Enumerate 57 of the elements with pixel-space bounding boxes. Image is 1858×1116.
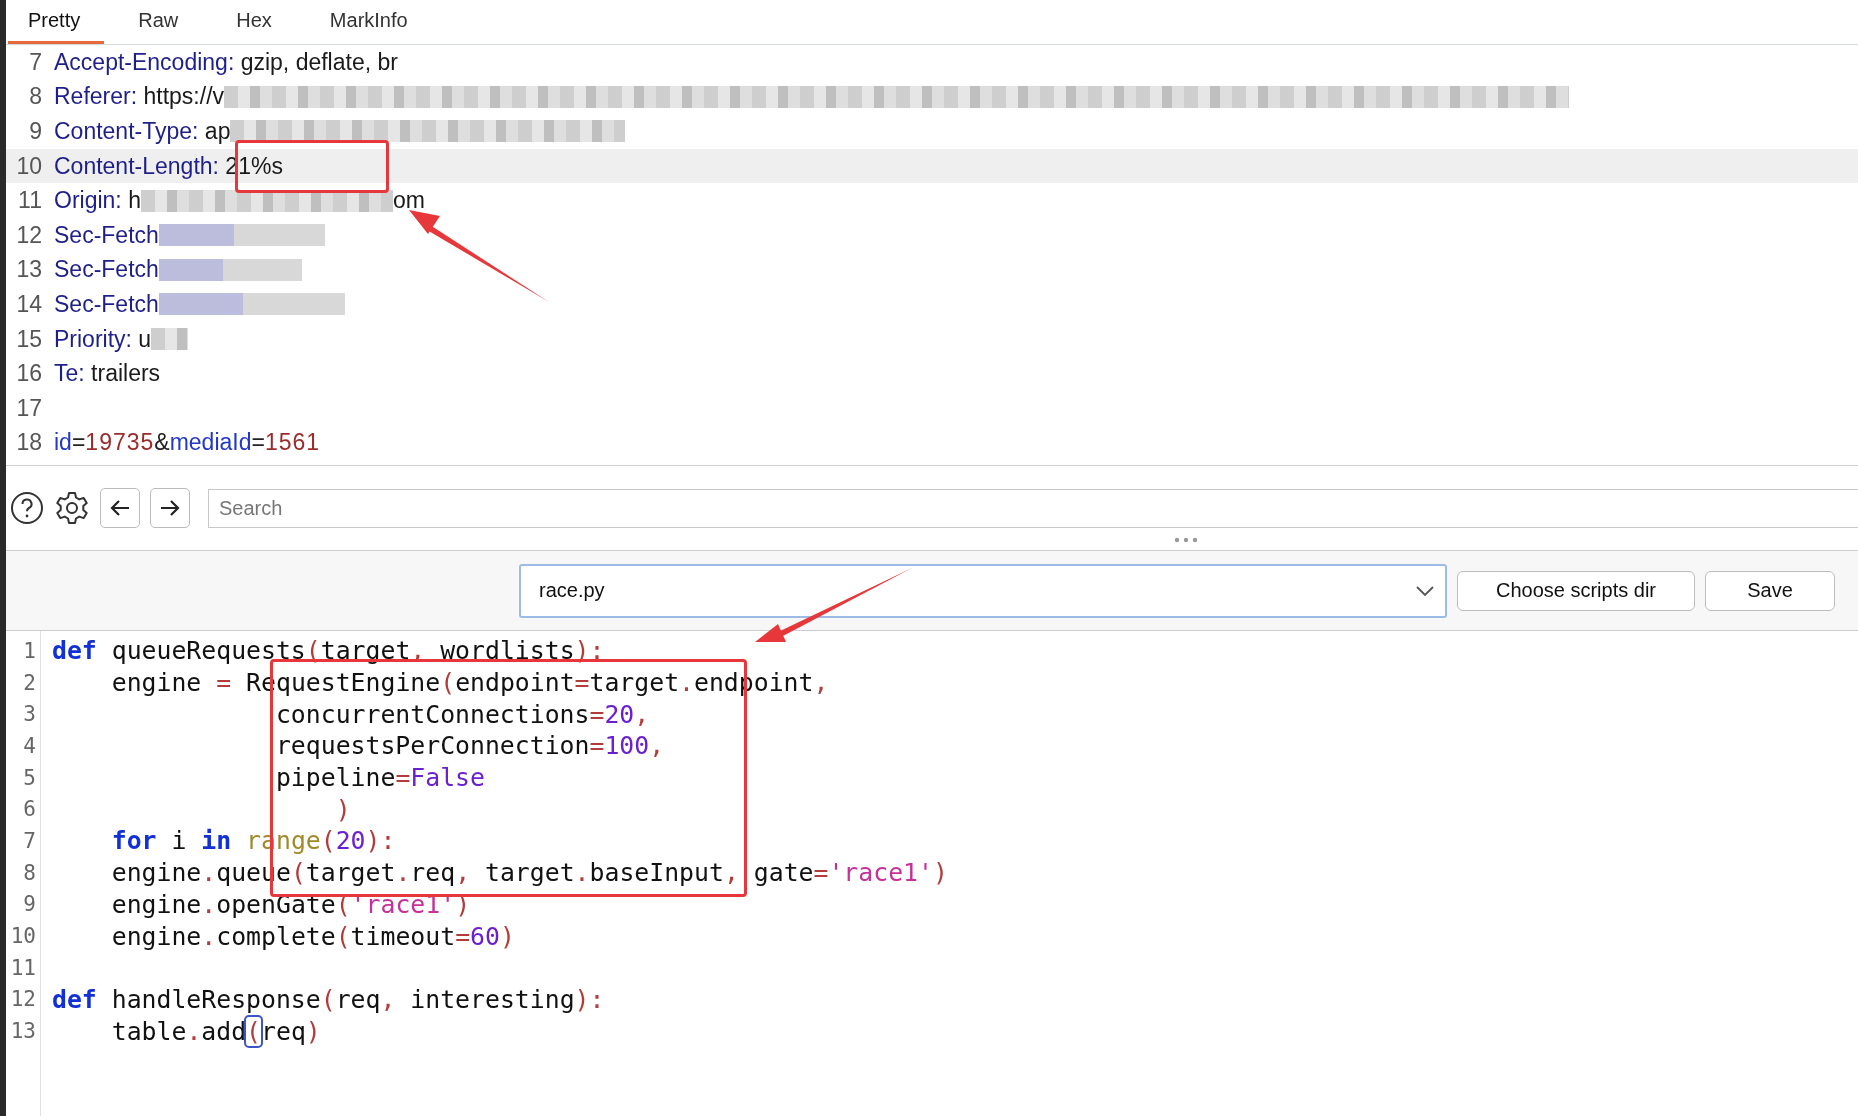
line-number: 7 (22, 828, 37, 853)
line-number: 16 (15, 360, 43, 388)
forward-button[interactable] (150, 488, 190, 528)
body-line: id=19735&mediaId=1561 (54, 429, 321, 457)
header-line: Accept-Encoding: gzip, deflate, br (54, 48, 398, 76)
line-number: 17 (15, 394, 43, 422)
code-line: engine.complete(timeout=60) (111, 921, 515, 951)
header-line: Sec-Fetch (54, 221, 159, 249)
code-line: table.add(req) (111, 1016, 321, 1046)
line-number: 14 (15, 290, 43, 318)
header-line: Sec-Fetch (54, 256, 159, 284)
tab[interactable]: Hex (216, 0, 296, 44)
tab[interactable]: Pretty (8, 0, 105, 44)
search-field[interactable]: Search (208, 488, 1858, 528)
line-number: 10 (15, 152, 43, 180)
line-number: 13 (9, 1019, 37, 1044)
header-line: Content-Type: ap (54, 118, 231, 145)
code-line: pipeline=False (275, 763, 485, 793)
header-text: om (392, 187, 425, 215)
drag-handle-icon[interactable] (1174, 537, 1198, 543)
line-number: 11 (9, 955, 37, 980)
line-number: 12 (9, 987, 37, 1012)
settings-icon[interactable] (54, 490, 90, 526)
code-line: requestsPerConnection=100, (275, 731, 665, 761)
line-number: 8 (28, 83, 43, 111)
line-number: 5 (22, 765, 37, 790)
line-number: 18 (15, 429, 43, 457)
line-number: 6 (22, 797, 37, 822)
line-number: 7 (28, 48, 43, 76)
chevron-down-icon (1415, 584, 1435, 597)
header-line: Priority: u (54, 325, 152, 353)
line-number: 9 (28, 118, 43, 145)
code-line: concurrentConnections=20, (275, 699, 650, 729)
code-line: ) (335, 794, 351, 824)
action-button[interactable]: Choose scripts dir (1457, 570, 1695, 611)
line-number: 8 (22, 860, 37, 885)
line-number: 9 (22, 892, 37, 917)
line-number: 3 (22, 702, 37, 727)
help-icon[interactable] (10, 491, 44, 525)
line-number: 2 (22, 670, 37, 695)
tab[interactable]: MarkInfo (309, 0, 432, 44)
header-line: Referer: https://v (54, 83, 225, 111)
tab[interactable]: Raw (118, 0, 203, 44)
header-line: Origin: h (54, 187, 141, 215)
back-button[interactable] (100, 488, 140, 528)
code-line: def handleResponse(req, interesting): (52, 984, 605, 1014)
line-number: 4 (22, 733, 37, 758)
action-button[interactable]: Save (1705, 570, 1835, 611)
header-line: Sec-Fetch (54, 290, 159, 318)
header-line: Te: trailers (54, 360, 161, 388)
script-select[interactable]: race.py (519, 563, 1447, 618)
line-number: 1 (22, 638, 37, 663)
line-number: 10 (9, 924, 37, 949)
line-number: 15 (15, 325, 43, 353)
line-number: 13 (15, 256, 43, 284)
line-number: 11 (17, 187, 43, 215)
line-number: 12 (15, 221, 43, 249)
